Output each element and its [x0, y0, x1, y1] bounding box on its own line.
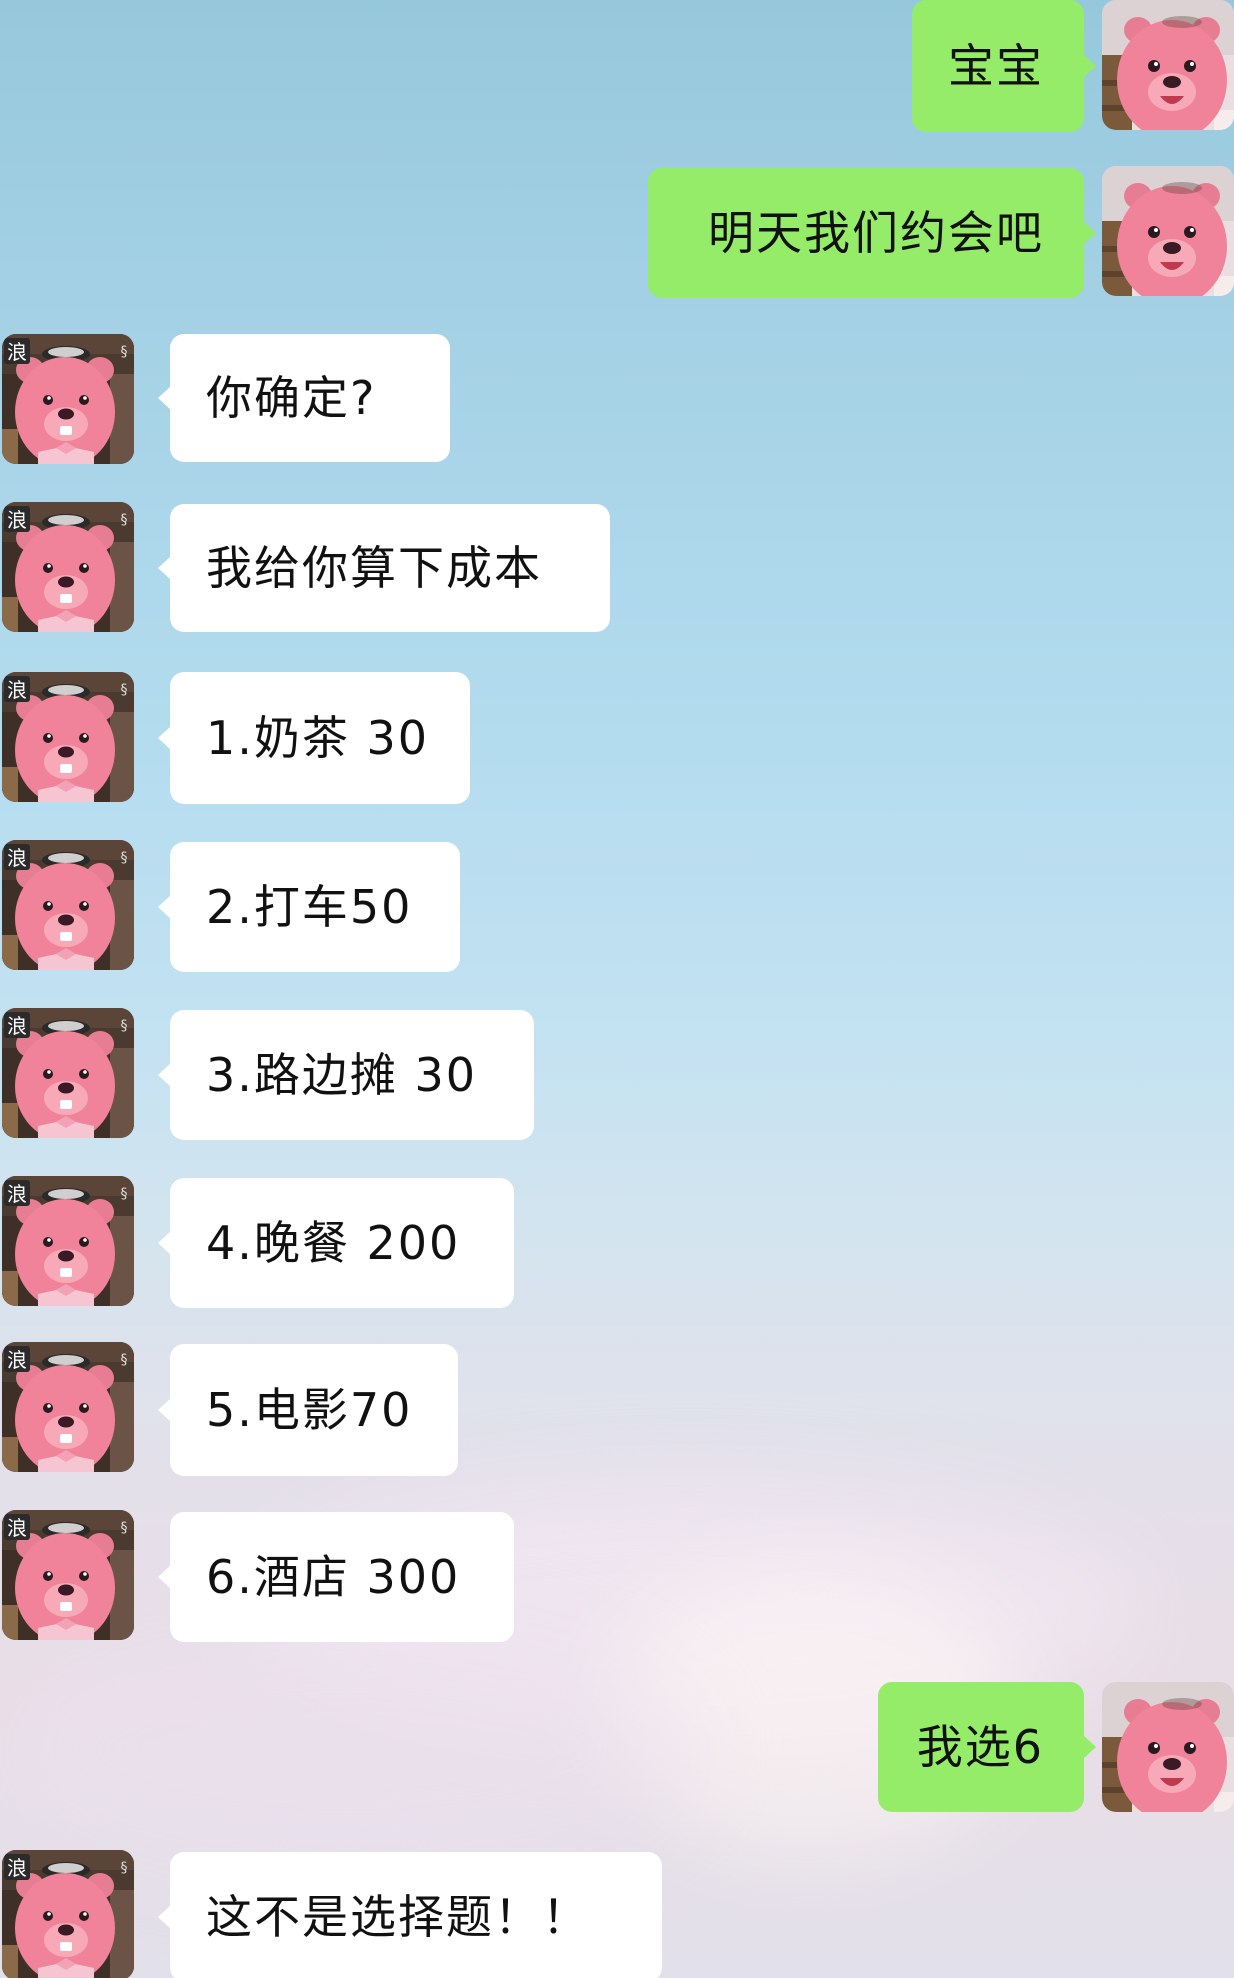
message-row-outgoing: 宝宝 [0, 0, 1234, 132]
incoming-message-bubble[interactable]: 4.晚餐 200 [158, 1178, 514, 1308]
message-text: 4.晚餐 200 [206, 1216, 461, 1270]
pink-beaver-avatar-icon [2, 840, 134, 970]
contact-avatar[interactable] [2, 672, 134, 802]
contact-avatar[interactable] [2, 1510, 134, 1640]
message-row-incoming: 3.路边摊 30 [0, 1008, 1234, 1140]
message-text: 6.酒店 300 [206, 1550, 461, 1604]
pink-beaver-avatar-icon [1102, 0, 1234, 130]
outgoing-message-bubble[interactable]: 明天我们约会吧 [648, 168, 1096, 298]
message-row-incoming: 我给你算下成本 [0, 502, 1234, 632]
pink-beaver-avatar-icon [2, 334, 134, 464]
pink-beaver-avatar-icon [1102, 1682, 1234, 1812]
message-text: 我给你算下成本 [206, 541, 542, 595]
pink-beaver-avatar-icon [1102, 166, 1234, 296]
pink-beaver-avatar-icon [2, 672, 134, 802]
message-row-outgoing: 明天我们约会吧 [0, 166, 1234, 300]
message-row-incoming: 2.打车50 [0, 840, 1234, 972]
incoming-message-bubble[interactable]: 6.酒店 300 [158, 1512, 514, 1642]
message-row-incoming: 1.奶茶 30 [0, 672, 1234, 804]
message-text: 明天我们约会吧 [708, 206, 1044, 260]
contact-avatar[interactable] [2, 1008, 134, 1138]
message-text: 1.奶茶 30 [206, 711, 430, 765]
message-text: 我选6 [916, 1720, 1044, 1774]
message-row-incoming: 6.酒店 300 [0, 1510, 1234, 1642]
incoming-message-bubble[interactable]: 我给你算下成本 [158, 504, 610, 632]
message-row-incoming: 你确定? [0, 334, 1234, 464]
incoming-message-bubble[interactable]: 1.奶茶 30 [158, 672, 470, 804]
contact-avatar[interactable] [2, 1342, 134, 1472]
pink-beaver-avatar-icon [2, 1342, 134, 1472]
pink-beaver-avatar-icon [2, 1850, 134, 1978]
message-row-incoming: 5.电影70 [0, 1342, 1234, 1476]
message-text: 你确定? [206, 371, 377, 425]
contact-avatar[interactable] [2, 334, 134, 464]
pink-beaver-avatar-icon [2, 502, 134, 632]
incoming-message-bubble[interactable]: 3.路边摊 30 [158, 1010, 534, 1140]
message-row-incoming: 4.晚餐 200 [0, 1176, 1234, 1308]
message-text: 3.路边摊 30 [206, 1048, 478, 1102]
contact-avatar[interactable] [2, 1176, 134, 1306]
contact-avatar[interactable] [2, 840, 134, 970]
contact-avatar[interactable] [2, 1850, 134, 1978]
my-avatar[interactable] [1102, 166, 1234, 296]
my-avatar[interactable] [1102, 0, 1234, 130]
pink-beaver-avatar-icon [2, 1510, 134, 1640]
my-avatar[interactable] [1102, 1682, 1234, 1812]
message-text: 2.打车50 [206, 880, 413, 934]
outgoing-message-bubble[interactable]: 我选6 [878, 1682, 1096, 1812]
incoming-message-bubble[interactable]: 你确定? [158, 334, 450, 462]
incoming-message-bubble[interactable]: 5.电影70 [158, 1344, 458, 1476]
message-text: 这不是选择题！！ [206, 1890, 590, 1944]
incoming-message-bubble[interactable]: 这不是选择题！！ [158, 1852, 662, 1978]
message-text: 5.电影70 [206, 1383, 413, 1437]
message-row-incoming: 这不是选择题！！ [0, 1850, 1234, 1978]
outgoing-message-bubble[interactable]: 宝宝 [912, 0, 1096, 132]
pink-beaver-avatar-icon [2, 1008, 134, 1138]
message-text: 宝宝 [948, 39, 1044, 93]
contact-avatar[interactable] [2, 502, 134, 632]
incoming-message-bubble[interactable]: 2.打车50 [158, 842, 460, 972]
pink-beaver-avatar-icon [2, 1176, 134, 1306]
message-row-outgoing: 我选6 [0, 1680, 1234, 1812]
